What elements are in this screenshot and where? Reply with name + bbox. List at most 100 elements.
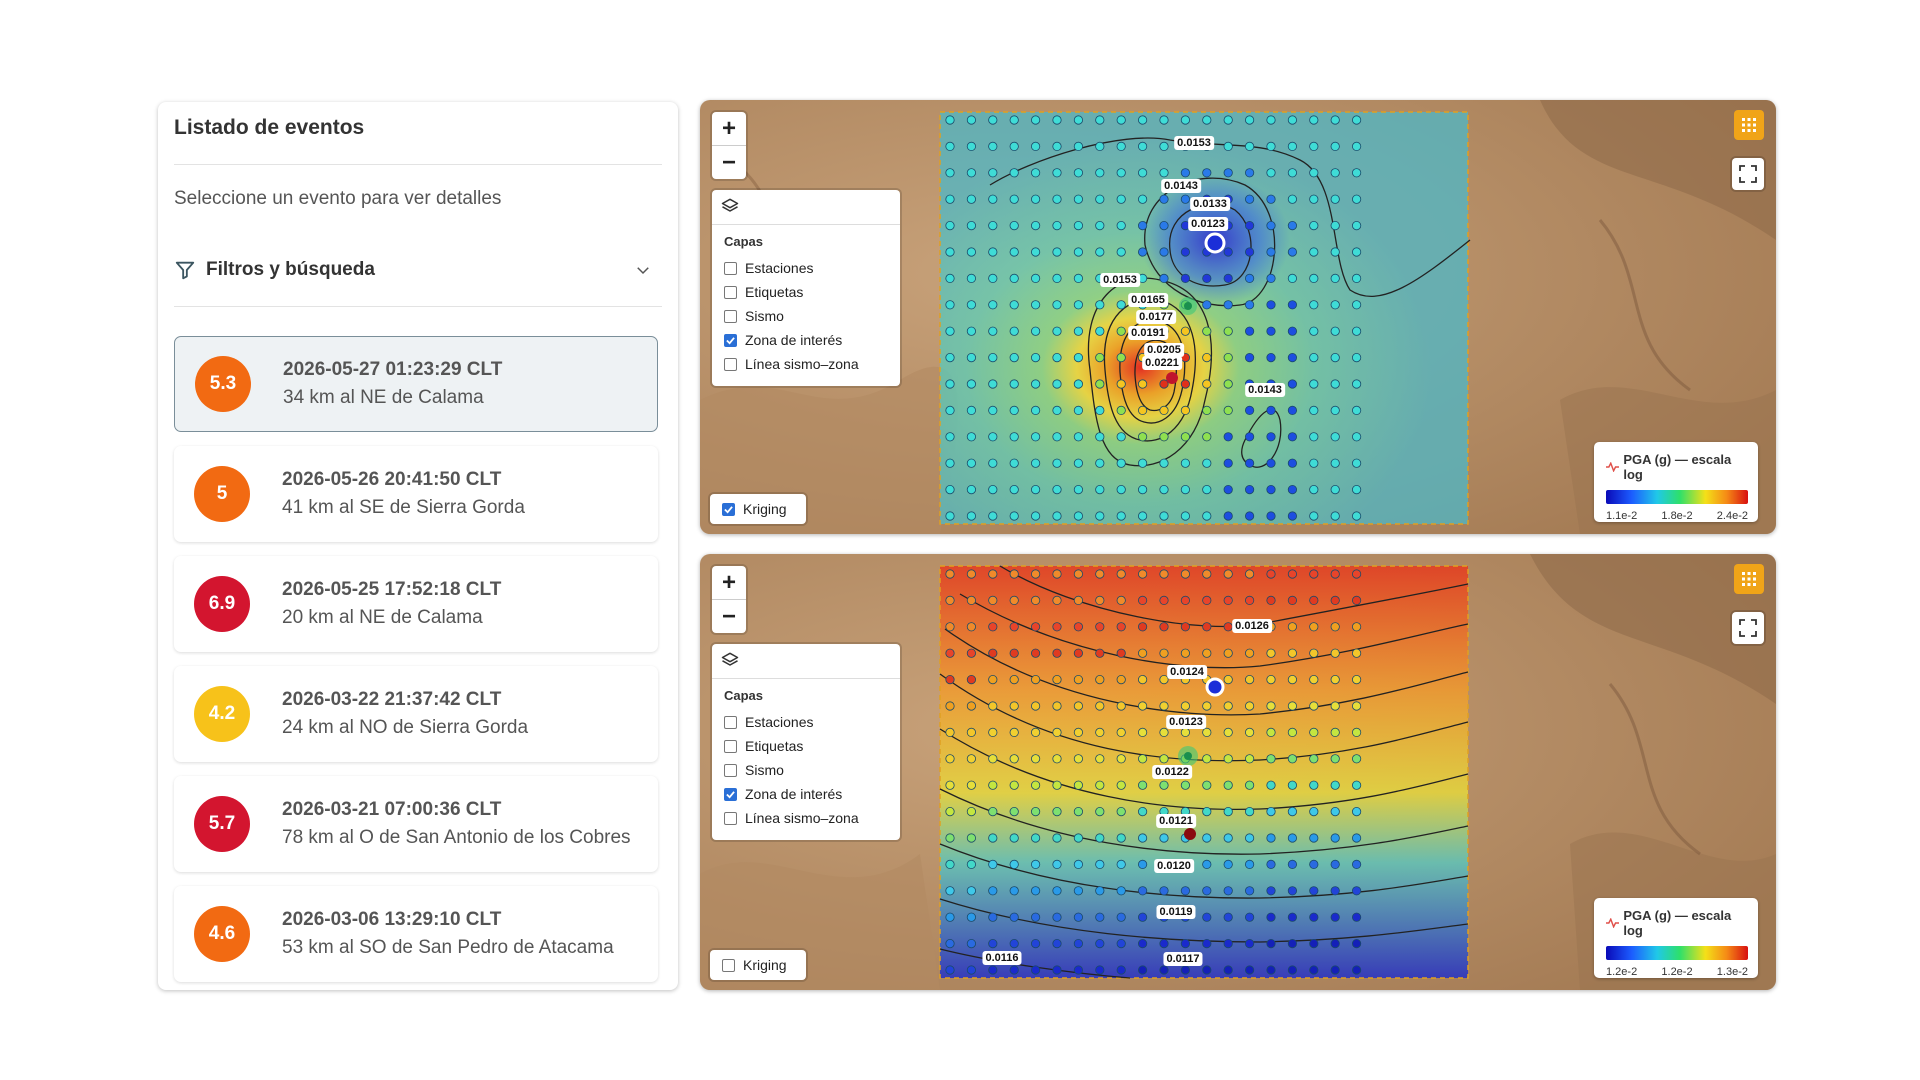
grid-point <box>1351 622 1362 632</box>
checkbox[interactable] <box>724 261 737 275</box>
grid-point <box>966 859 976 869</box>
event-item[interactable]: 5 2026-05-26 20:41:50 CLT 41 km al SE de… <box>174 446 658 542</box>
event-item[interactable]: 5.3 2026-05-27 01:23:29 CLT 34 km al NE … <box>174 336 658 432</box>
grid-point <box>1266 807 1276 817</box>
kriging-toggle[interactable]: Kriging <box>710 950 806 980</box>
layer-toggle-zona[interactable]: Zona de interés <box>724 332 842 348</box>
grid-point <box>1309 912 1319 922</box>
event-item[interactable]: 4.6 2026-03-06 13:29:10 CLT 53 km al SO … <box>174 886 658 982</box>
grid-button[interactable] <box>1734 110 1764 140</box>
grid-point <box>1095 569 1105 579</box>
grid-point <box>1073 326 1083 336</box>
grid-point <box>966 484 976 495</box>
grid-point <box>966 622 976 632</box>
checkbox[interactable] <box>724 309 737 323</box>
event-item[interactable]: 5.7 2026-03-21 07:00:36 CLT 78 km al O d… <box>174 776 658 872</box>
layer-toggle-etiquetas[interactable]: Etiquetas <box>724 284 803 300</box>
layers-icon[interactable] <box>720 196 740 216</box>
checkbox[interactable] <box>724 333 737 347</box>
event-date: 2026-05-26 20:41:50 CLT <box>282 469 502 490</box>
layer-toggle-zona[interactable]: Zona de interés <box>724 786 842 802</box>
filters-toggle[interactable]: Filtros y búsqueda <box>174 252 662 288</box>
grid-point <box>1180 701 1190 711</box>
checkbox[interactable] <box>722 502 735 516</box>
grid-icon <box>1742 572 1756 586</box>
grid-point <box>1052 833 1062 843</box>
grid-point <box>1330 622 1340 632</box>
kriging-toggle[interactable]: Kriging <box>710 494 806 524</box>
kriging-label: Kriging <box>743 957 787 973</box>
grid-point <box>1202 701 1212 711</box>
checkbox[interactable] <box>724 763 737 777</box>
grid-point <box>1244 326 1255 336</box>
contour-label: 0.0119 <box>1156 905 1196 919</box>
layer-toggle-etiquetas[interactable]: Etiquetas <box>724 738 803 754</box>
layer-toggle-estaciones[interactable]: Estaciones <box>724 260 813 276</box>
grid-point <box>1116 859 1126 869</box>
grid-point <box>1095 780 1105 790</box>
grid-point <box>1330 648 1340 658</box>
grid-point <box>1309 300 1319 310</box>
grid-point <box>1287 833 1298 843</box>
grid-point <box>1030 912 1041 922</box>
layer-toggle-sismo[interactable]: Sismo <box>724 308 784 324</box>
layer-toggle-linea[interactable]: Línea sismo–zona <box>724 356 859 372</box>
zoom-control: + − <box>712 112 746 179</box>
grid-point <box>1009 965 1019 975</box>
zoom-out-button[interactable]: − <box>712 146 746 179</box>
grid-point <box>1030 780 1041 790</box>
grid-point <box>945 300 955 310</box>
grid-point <box>1330 859 1340 869</box>
checkbox[interactable] <box>724 739 737 753</box>
grid-point <box>1116 675 1126 685</box>
grid-point <box>1116 886 1126 896</box>
station-marker[interactable] <box>1166 372 1178 384</box>
grid-point <box>1073 141 1083 152</box>
checkbox[interactable] <box>724 357 737 371</box>
grid-point <box>988 273 998 283</box>
grid-point <box>1266 115 1276 125</box>
grid-point <box>1095 701 1105 711</box>
grid-point <box>1287 484 1298 495</box>
checkbox[interactable] <box>724 285 737 299</box>
layer-toggle-linea[interactable]: Línea sismo–zona <box>724 810 859 826</box>
zoom-out-button[interactable]: − <box>712 600 746 633</box>
grid-button[interactable] <box>1734 564 1764 594</box>
grid-point <box>1180 115 1190 125</box>
layers-icon[interactable] <box>720 650 740 670</box>
layer-toggle-sismo[interactable]: Sismo <box>724 762 784 778</box>
station-marker[interactable] <box>1184 828 1196 840</box>
checkbox[interactable] <box>724 811 737 825</box>
epicenter-marker[interactable] <box>1204 232 1226 254</box>
pga-map-kriging[interactable]: 0.0153 0.0143 0.0133 0.0123 0.0153 0.016… <box>700 100 1776 534</box>
checkbox[interactable] <box>724 787 737 801</box>
checkbox[interactable] <box>722 958 735 972</box>
grid-point <box>1030 405 1041 415</box>
grid-icon <box>1742 118 1756 132</box>
pga-map-idw[interactable]: 0.0126 0.0124 0.0123 0.0122 0.0121 0.012… <box>700 554 1776 990</box>
checkbox[interactable] <box>724 715 737 729</box>
event-item[interactable]: 4.2 2026-03-22 21:37:42 CLT 24 km al NO … <box>174 666 658 762</box>
grid-point <box>1244 701 1255 711</box>
zoom-in-button[interactable]: + <box>712 112 746 146</box>
event-item[interactable]: 6.9 2026-05-25 17:52:18 CLT 20 km al NE … <box>174 556 658 652</box>
grid-point <box>1159 194 1169 204</box>
layer-toggle-estaciones[interactable]: Estaciones <box>724 714 813 730</box>
grid-point <box>1180 965 1190 975</box>
grid-point <box>1137 458 1148 468</box>
grid-point <box>1266 484 1276 495</box>
grid-point <box>1330 484 1340 495</box>
grid-point <box>1202 965 1212 975</box>
contour-label: 0.0177 <box>1136 310 1176 324</box>
grid-point <box>1202 432 1212 442</box>
fullscreen-button[interactable] <box>1732 158 1764 190</box>
grid-point <box>1351 432 1362 442</box>
grid-point <box>1330 405 1340 415</box>
magnitude-badge: 5.7 <box>194 796 250 852</box>
fullscreen-button[interactable] <box>1732 612 1764 644</box>
grid-point <box>1287 727 1298 737</box>
epicenter-marker[interactable] <box>1205 677 1225 697</box>
zoom-in-button[interactable]: + <box>712 566 746 600</box>
grid-point <box>1287 938 1298 949</box>
grid-point <box>1266 168 1276 178</box>
